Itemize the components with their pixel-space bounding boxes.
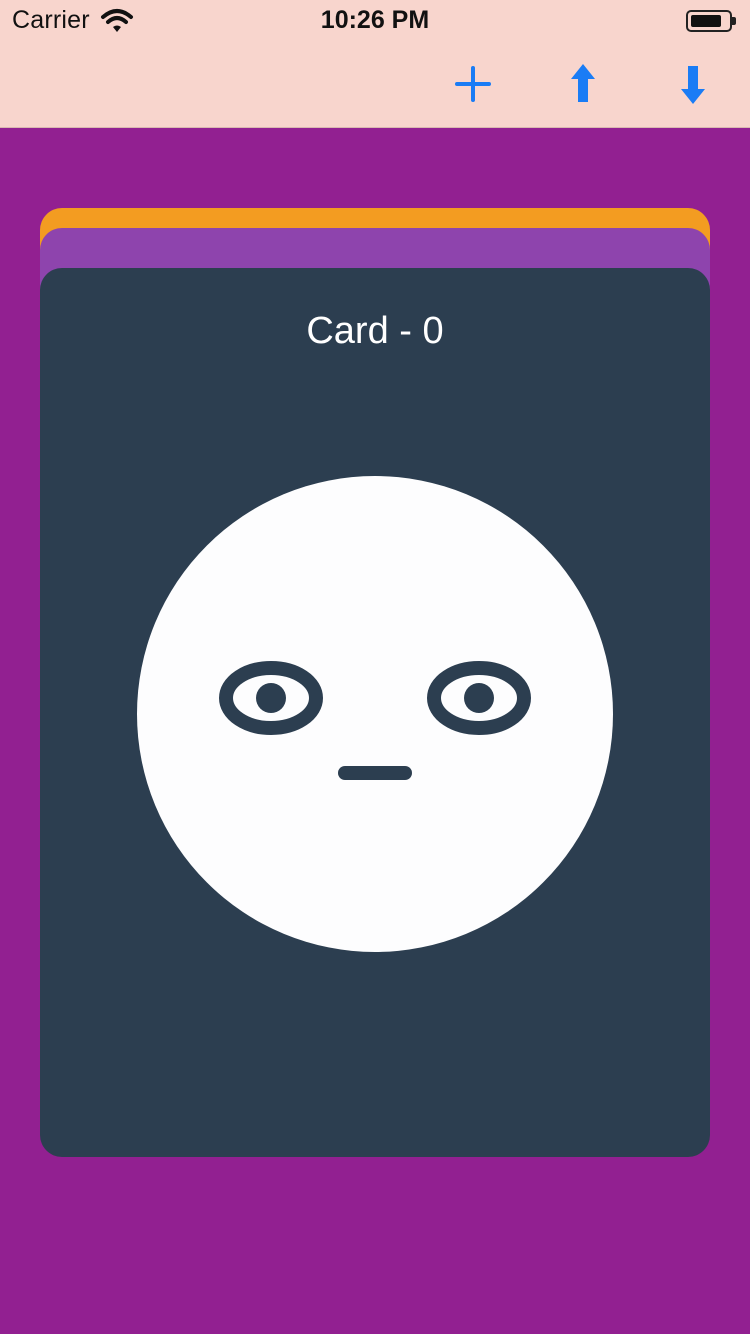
card-title: Card - 0	[306, 310, 444, 352]
neutral-face-icon	[137, 476, 613, 952]
navigation-bar: Carrier 10:26 PM	[0, 0, 750, 128]
status-bar: Carrier 10:26 PM	[0, 0, 750, 40]
status-time: 10:26 PM	[320, 6, 430, 34]
battery-icon	[686, 10, 736, 32]
move-down-button[interactable]	[667, 58, 719, 110]
arrow-up-icon	[571, 64, 595, 102]
move-up-button[interactable]	[557, 58, 609, 110]
card-front[interactable]: Card - 0	[40, 268, 710, 1157]
add-card-button[interactable]	[447, 58, 499, 110]
plus-icon	[455, 66, 491, 102]
arrow-down-icon	[681, 66, 705, 104]
